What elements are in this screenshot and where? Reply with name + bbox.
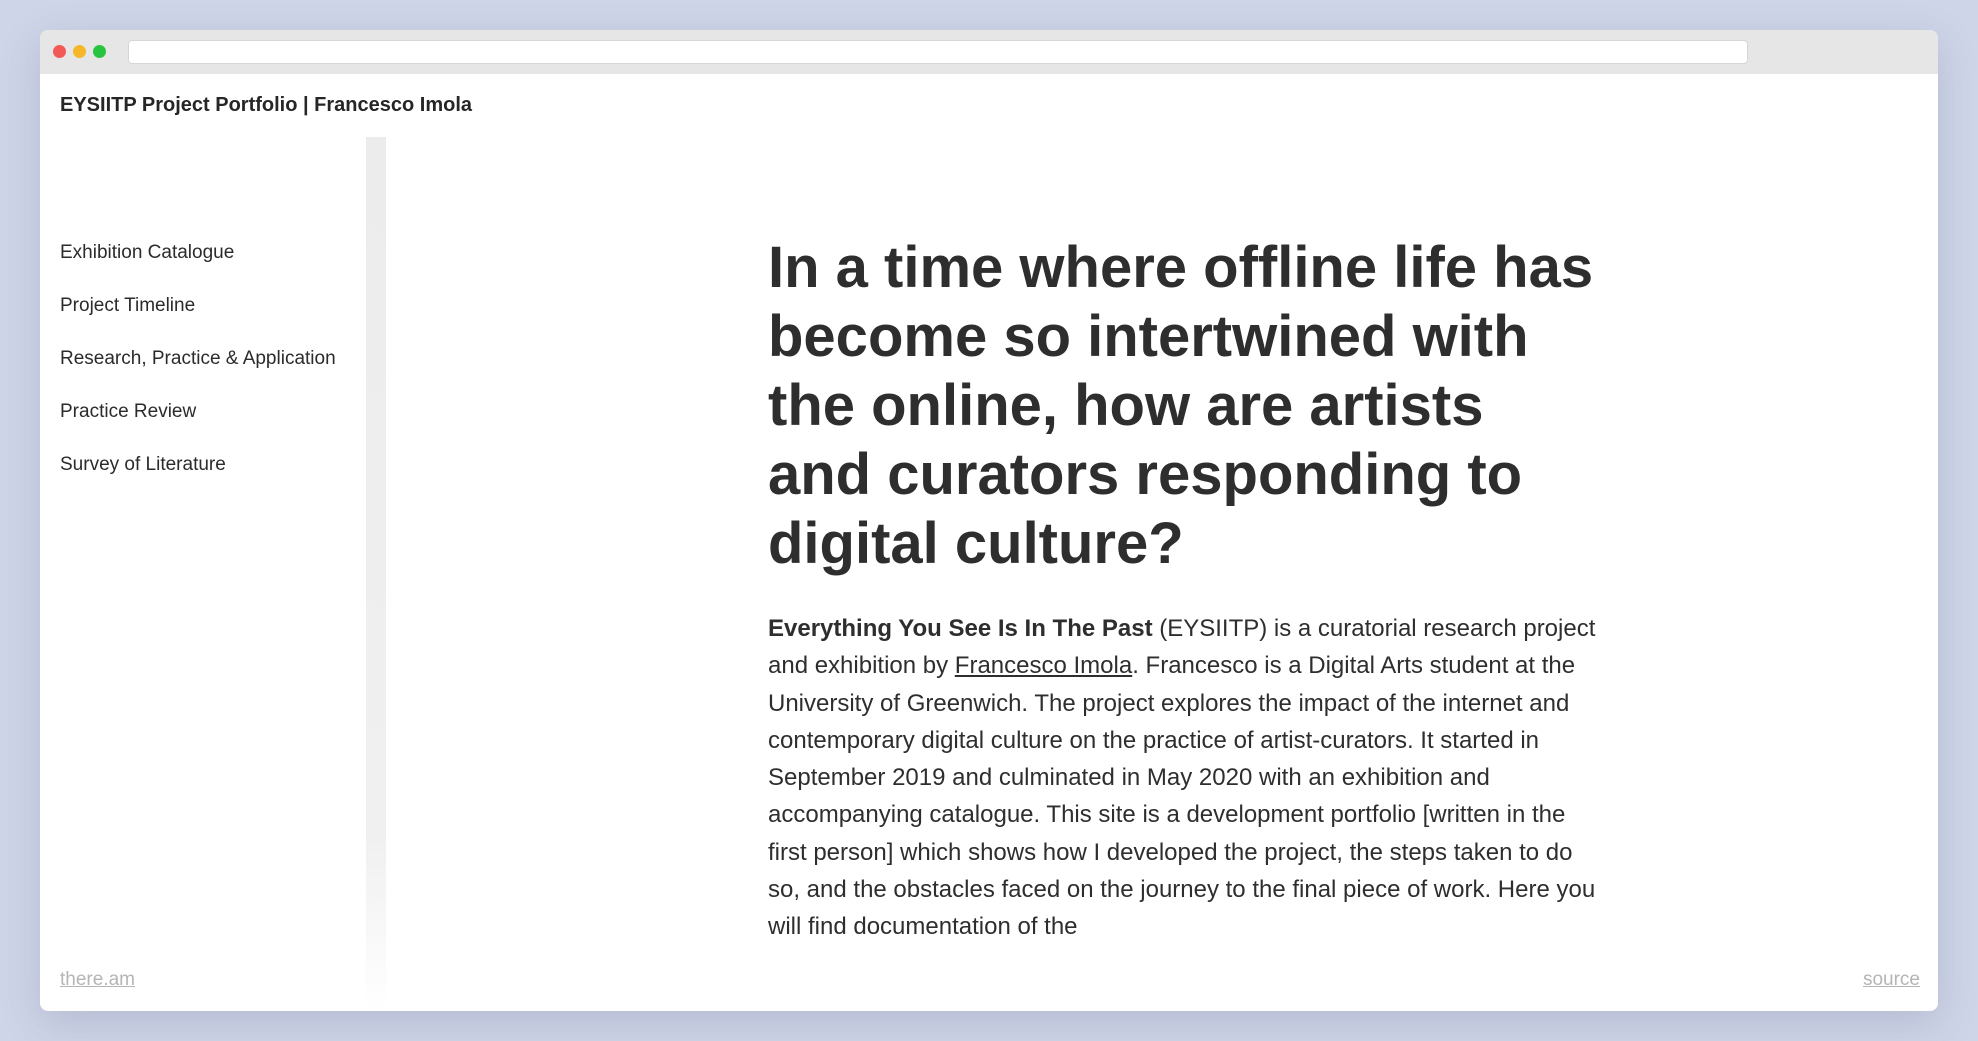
sidebar-item-project-timeline[interactable]: Project Timeline — [60, 295, 336, 348]
page-headline: In a time where offline life has become … — [768, 235, 1594, 576]
author-link[interactable]: Francesco Imola — [955, 652, 1132, 679]
maximize-window-icon[interactable] — [93, 45, 106, 58]
intro-text-part2: . Francesco is a Digital Arts student at… — [768, 652, 1596, 941]
address-bar[interactable] — [128, 40, 1748, 64]
sidebar-nav: Exhibition Catalogue Project Timeline Re… — [60, 242, 336, 507]
intro-paragraph: Everything You See Is In The Past (EYSII… — [768, 610, 1598, 946]
sidebar-item-practice-review[interactable]: Practice Review — [60, 401, 336, 454]
site-title[interactable]: EYSIITP Project Portfolio | Francesco Im… — [60, 94, 472, 117]
project-name: Everything You See Is In The Past — [768, 615, 1153, 642]
source-link[interactable]: source — [1863, 969, 1920, 991]
minimize-window-icon[interactable] — [73, 45, 86, 58]
sidebar-item-research-practice-application[interactable]: Research, Practice & Application — [60, 348, 336, 401]
close-window-icon[interactable] — [53, 45, 66, 58]
sidebar-item-exhibition-catalogue[interactable]: Exhibition Catalogue — [60, 242, 336, 295]
main-content: In a time where offline life has become … — [768, 233, 1598, 946]
browser-window: EYSIITP Project Portfolio | Francesco Im… — [40, 30, 1938, 1011]
browser-titlebar — [40, 30, 1938, 74]
there-am-link[interactable]: there.am — [60, 969, 135, 991]
sidebar-item-survey-of-literature[interactable]: Survey of Literature — [60, 454, 336, 507]
sidebar-scrollbar[interactable] — [366, 137, 386, 1011]
